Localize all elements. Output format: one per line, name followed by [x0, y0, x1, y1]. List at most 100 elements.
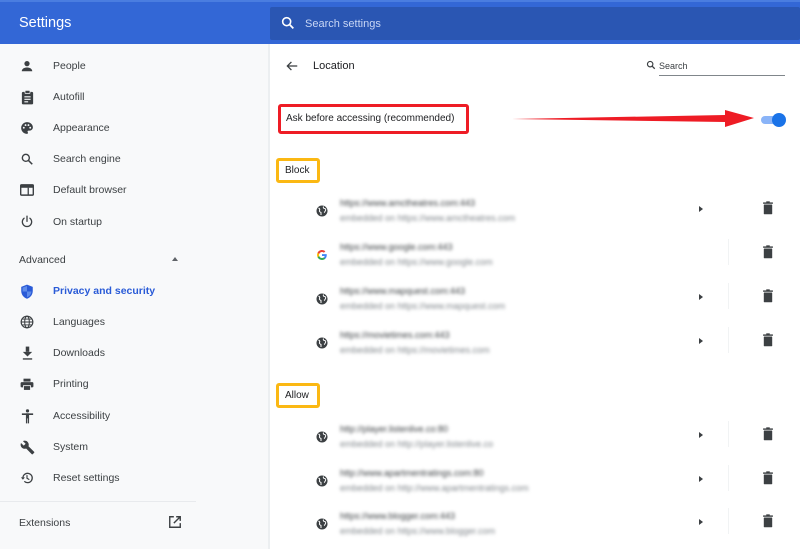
sidebar-item-search-engine[interactable]: Search engine: [0, 145, 268, 173]
sidebar-item-on-startup[interactable]: On startup: [0, 208, 268, 236]
sidebar-item-system[interactable]: System: [0, 433, 268, 461]
chevron-right-icon[interactable]: [699, 206, 703, 212]
row-divider: [728, 508, 729, 534]
open-in-new-icon[interactable]: [168, 515, 182, 529]
site-url: https://www.blogger.com:443: [340, 511, 456, 521]
sidebar-item-label: Privacy and security: [53, 285, 156, 297]
history-icon: [18, 469, 36, 487]
globe-icon: [316, 293, 328, 305]
blocked-site-row[interactable]: https://www.mapquest.com:443 embedded on…: [300, 283, 800, 323]
sidebar-item-default-browser[interactable]: Default browser: [0, 176, 268, 204]
sidebar-item-people[interactable]: People: [0, 52, 268, 80]
site-embedded-on: embedded on https://www.mapquest.com: [340, 301, 506, 311]
site-embedded-on: embedded on https://movietimes.com: [340, 345, 490, 355]
caret-up-icon[interactable]: [172, 257, 178, 261]
trash-icon[interactable]: [762, 201, 774, 215]
allowed-site-row[interactable]: http://player.listenlive.co:80 embedded …: [300, 421, 800, 461]
site-url: http://www.apartmentratings.com:80: [340, 468, 484, 478]
shield-icon: [18, 282, 36, 300]
site-embedded-on: embedded on https://www.blogger.com: [340, 526, 496, 536]
chevron-right-icon[interactable]: [699, 294, 703, 300]
header-bar: Settings: [0, 0, 800, 44]
trash-icon[interactable]: [762, 289, 774, 303]
trash-icon[interactable]: [762, 514, 774, 528]
blocked-site-row[interactable]: https://www.amctheatres.com:443 embedded…: [300, 195, 800, 235]
blocked-site-row[interactable]: https://www.google.com:443 embedded on h…: [300, 239, 800, 279]
advanced-section-header[interactable]: Advanced: [19, 254, 66, 266]
chevron-right-icon[interactable]: [699, 432, 703, 438]
sidebar-item-accessibility[interactable]: Accessibility: [0, 402, 268, 430]
chevron-right-icon[interactable]: [699, 519, 703, 525]
site-embedded-on: embedded on https://www.amctheatres.com: [340, 213, 516, 223]
sidebar-item-printing[interactable]: Printing: [0, 370, 268, 398]
sidebar-item-reset-settings[interactable]: Reset settings: [0, 464, 268, 492]
annotation-arrow-icon: [512, 110, 754, 127]
search-icon: [646, 60, 656, 70]
globe-icon: [316, 475, 328, 487]
site-url: https://www.mapquest.com:443: [340, 286, 466, 296]
allowed-site-row[interactable]: http://www.apartmentratings.com:80 embed…: [300, 465, 800, 505]
search-icon: [18, 150, 36, 168]
sidebar-item-label: Reset settings: [53, 472, 120, 484]
google-icon: [317, 250, 327, 260]
site-url: https://movietimes.com:443: [340, 330, 450, 340]
trash-icon[interactable]: [762, 333, 774, 347]
sidebar-item-label: Languages: [53, 316, 105, 328]
back-arrow-icon[interactable]: [285, 59, 299, 73]
site-url: https://www.amctheatres.com:443: [340, 198, 476, 208]
globe-icon: [316, 431, 328, 443]
globe-icon: [18, 313, 36, 331]
site-url: https://www.google.com:443: [340, 242, 453, 252]
sidebar-item-extensions[interactable]: Extensions: [19, 517, 70, 529]
site-embedded-on: embedded on https://www.google.com: [340, 257, 493, 267]
search-icon: [281, 16, 294, 29]
app-title: Settings: [19, 15, 72, 31]
sidebar-item-label: Search engine: [53, 153, 121, 165]
trash-icon[interactable]: [762, 245, 774, 259]
accessibility-icon: [18, 407, 36, 425]
allow-section-label: Allow: [285, 390, 309, 401]
sidebar-item-label: Printing: [53, 378, 89, 390]
chevron-right-icon[interactable]: [699, 338, 703, 344]
sidebar-item-appearance[interactable]: Appearance: [0, 114, 268, 142]
sidebar-item-label: Appearance: [53, 122, 110, 134]
globe-icon: [316, 518, 328, 530]
location-search-input[interactable]: [659, 57, 785, 76]
person-icon: [18, 57, 36, 75]
printer-icon: [18, 375, 36, 393]
page-title: Location: [313, 60, 355, 72]
download-icon: [18, 344, 36, 362]
sidebar-item-downloads[interactable]: Downloads: [0, 339, 268, 367]
wrench-icon: [18, 438, 36, 456]
blocked-site-row[interactable]: https://movietimes.com:443 embedded on h…: [300, 327, 800, 367]
toggle-knob: [772, 113, 786, 127]
settings-search-box[interactable]: [270, 7, 800, 40]
row-divider: [728, 239, 729, 265]
sidebar-item-label: Default browser: [53, 184, 127, 196]
sidebar-item-label: Autofill: [53, 91, 85, 103]
ask-before-accessing-toggle[interactable]: [760, 113, 786, 127]
row-divider: [728, 421, 729, 447]
site-embedded-on: embedded on http://player.listenlive.co: [340, 439, 494, 449]
globe-icon: [316, 205, 328, 217]
sidebar-item-languages[interactable]: Languages: [0, 308, 268, 336]
sidebar-item-privacy-and-security[interactable]: Privacy and security: [0, 277, 268, 305]
site-url: http://player.listenlive.co:80: [340, 424, 449, 434]
chevron-right-icon[interactable]: [699, 476, 703, 482]
sidebar-item-autofill[interactable]: Autofill: [0, 83, 268, 111]
trash-icon[interactable]: [762, 427, 774, 441]
allowed-site-row[interactable]: https://www.blogger.com:443 embedded on …: [300, 508, 800, 548]
row-divider: [728, 283, 729, 309]
power-icon: [18, 213, 36, 231]
row-divider: [728, 465, 729, 491]
sidebar-section-divider: [0, 501, 196, 502]
sidebar-item-label: On startup: [53, 216, 103, 228]
trash-icon[interactable]: [762, 471, 774, 485]
sidebar-item-label: People: [53, 60, 86, 72]
location-search[interactable]: [646, 57, 785, 77]
sidebar-item-label: System: [53, 441, 89, 453]
browser-window-icon: [18, 181, 36, 199]
palette-icon: [18, 119, 36, 137]
block-section-label: Block: [285, 165, 310, 176]
settings-search-input[interactable]: [305, 7, 785, 40]
